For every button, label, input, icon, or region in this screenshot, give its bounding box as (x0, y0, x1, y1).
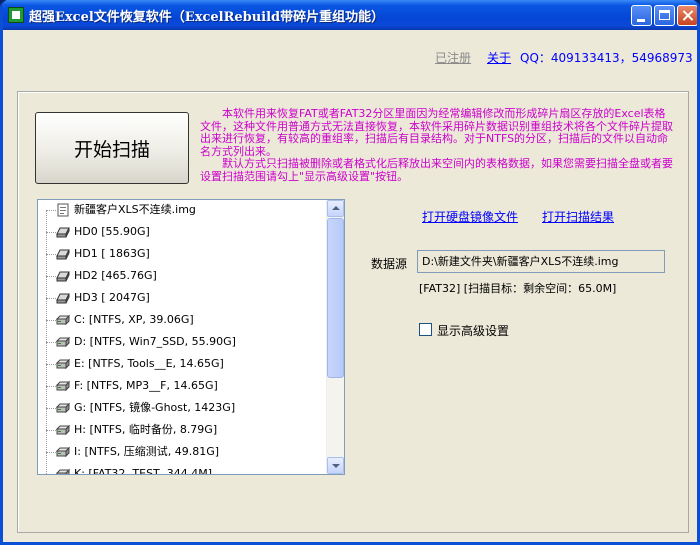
tree-connector-line (46, 474, 56, 475)
tree-item-label: HD3 [ 2047G] (74, 291, 150, 304)
description-paragraph-2: 默认方式只扫描被删除或者格式化后释放出来空间内的表格数据，如果您需要扫描全盘或者… (200, 157, 673, 183)
datasource-field[interactable]: D:\新建文件夹\新疆客户XLS不连续.img (417, 250, 665, 273)
drive-icon (55, 335, 71, 349)
drive-icon (55, 445, 71, 459)
hard-disk-icon (56, 247, 70, 261)
tree-item-label: HD2 [465.76G] (74, 269, 157, 282)
file-icon (56, 203, 70, 217)
drive-icon (55, 357, 71, 371)
tree-connector-line (46, 364, 56, 365)
tree-item-label: F: [NTFS, MP3__F, 14.65G] (74, 379, 218, 392)
title-bar[interactable]: 超强Excel文件恢复软件（ExcelRebuild带碎片重组功能） (3, 0, 697, 30)
datasource-label: 数据源 (371, 257, 408, 271)
scroll-up-button[interactable] (327, 200, 344, 217)
minimize-button[interactable] (631, 5, 652, 26)
tree-connector-line (46, 452, 56, 453)
scroll-thumb[interactable] (327, 218, 344, 378)
tree-item-label: HD1 [ 1863G] (74, 247, 150, 260)
close-button[interactable] (677, 5, 697, 26)
start-scan-button[interactable]: 开始扫描 (35, 112, 189, 184)
tree-item-label: H: [NTFS, 临时备份, 8.79G] (74, 423, 218, 436)
drive-icon (55, 423, 71, 437)
main-window: 超强Excel文件恢复软件（ExcelRebuild带碎片重组功能） 已注册 关… (0, 0, 700, 545)
advanced-settings-label: 显示高级设置 (437, 324, 510, 338)
scan-target-info: [FAT32] [扫描目标：剩余空间：65.0M] (419, 282, 617, 295)
tree-connector-line (46, 210, 56, 211)
tree-connector-line (46, 254, 56, 255)
advanced-settings-checkbox[interactable] (419, 323, 432, 336)
description-text: 本软件用来恢复FAT或者FAT32分区里面因为经常编辑修改而形成碎片扇区存放的E… (200, 107, 675, 184)
tree-connector-line (46, 276, 56, 277)
tree-item-label: I: [NTFS, 压缩测试, 49.81G] (74, 445, 220, 458)
qq-contact: QQ：409133413，54968973 (520, 51, 693, 65)
hard-disk-icon (56, 291, 70, 305)
tree-item-label: G: [NTFS, 镜像-Ghost, 1423G] (74, 401, 236, 414)
open-disk-image-link[interactable]: 打开硬盘镜像文件 (422, 208, 518, 225)
maximize-button[interactable] (654, 5, 675, 26)
window-title: 超强Excel文件恢复软件（ExcelRebuild带碎片重组功能） (29, 10, 385, 25)
app-icon (8, 7, 24, 23)
tree-scrollbar[interactable] (326, 200, 344, 474)
registered-link[interactable]: 已注册 (435, 49, 471, 66)
tree-item-label: C: [NTFS, XP, 39.06G] (74, 313, 194, 326)
tree-item-label: HD0 [55.90G] (74, 225, 150, 238)
about-link[interactable]: 关于 (487, 49, 511, 66)
tree-connector-line (46, 342, 56, 343)
drive-icon (55, 379, 71, 393)
hard-disk-icon (56, 225, 70, 239)
drive-icon (55, 401, 71, 415)
scroll-down-button[interactable] (327, 457, 344, 474)
open-scan-result-link[interactable]: 打开扫描结果 (542, 208, 614, 225)
hard-disk-icon (56, 269, 70, 283)
drive-icon (55, 313, 71, 327)
tree-connector-line (46, 408, 56, 409)
tree-item-label: E: [NTFS, Tools__E, 14.65G] (74, 357, 224, 370)
tree-item-label: 新疆客户XLS不连续.img (74, 203, 196, 216)
drive-icon (55, 467, 71, 474)
tree-connector-line (46, 320, 56, 321)
tree-item-label: K: [FAT32, TEST, 344.4M] (74, 467, 213, 475)
tree-connector-line (46, 430, 56, 431)
drive-tree[interactable]: 新疆客户XLS不连续.img HD0 [55.90G] HD1 [ 1863G] HD… (37, 199, 345, 475)
tree-connector-line (46, 232, 56, 233)
description-paragraph-1: 本软件用来恢复FAT或者FAT32分区里面因为经常编辑修改而形成碎片扇区存放的E… (200, 107, 673, 158)
tree-item-label: D: [NTFS, Win7_SSD, 55.90G] (74, 335, 236, 348)
tree-connector-line (46, 298, 56, 299)
tree-connector-line (46, 386, 56, 387)
